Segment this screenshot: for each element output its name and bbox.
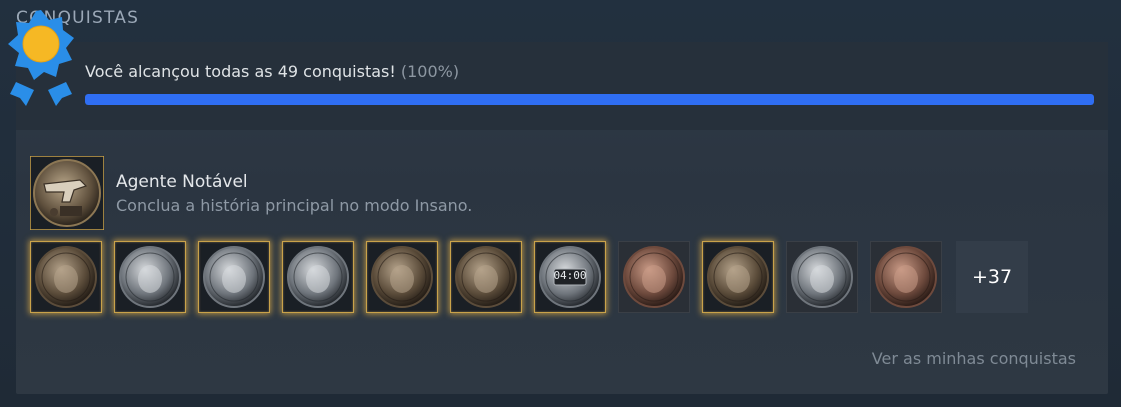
- woman-book-icon[interactable]: [282, 241, 354, 313]
- achievements-panel: Você alcançou todas as 49 conquistas! (1…: [16, 42, 1108, 394]
- documents-icon[interactable]: [702, 241, 774, 313]
- progress-label: Você alcançou todas as 49 conquistas!: [85, 62, 396, 81]
- progress-percent: (100%): [400, 62, 460, 81]
- woman-portrait-icon[interactable]: [450, 241, 522, 313]
- view-my-achievements-link[interactable]: Ver as minhas conquistas: [872, 349, 1076, 368]
- featured-achievement-description: Conclua a história principal no modo Ins…: [116, 196, 473, 215]
- achievement-icons-row: 04:00 +37: [30, 241, 1090, 313]
- progress-bar-fill: [85, 94, 1094, 105]
- medal-icon: [8, 10, 74, 106]
- figures-icon[interactable]: [30, 241, 102, 313]
- featured-achievement-icon[interactable]: [29, 155, 105, 231]
- clock-icon[interactable]: 04:00: [534, 241, 606, 313]
- monitor-icon[interactable]: [198, 241, 270, 313]
- progress-area: Você alcançou todas as 49 conquistas! (1…: [16, 42, 1108, 130]
- plant-icon[interactable]: [366, 241, 438, 313]
- progress-bar: [85, 94, 1094, 105]
- creature-icon[interactable]: [618, 241, 690, 313]
- thumbs-up-icon[interactable]: [114, 241, 186, 313]
- box-icon[interactable]: [786, 241, 858, 313]
- more-achievements-button[interactable]: +37: [956, 241, 1028, 313]
- featured-achievement-name: Agente Notável: [116, 172, 248, 192]
- progress-text: Você alcançou todas as 49 conquistas! (1…: [85, 62, 459, 81]
- objects-icon[interactable]: [870, 241, 942, 313]
- clock-label: 04:00: [553, 269, 587, 282]
